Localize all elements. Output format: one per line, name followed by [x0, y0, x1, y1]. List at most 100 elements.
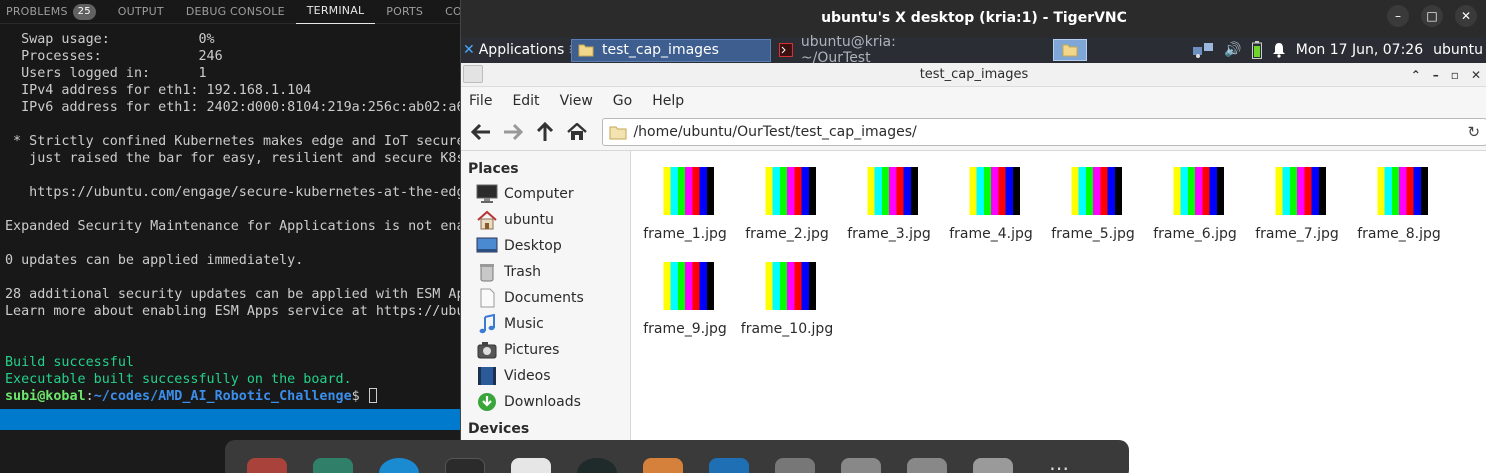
fm-close-button[interactable]: ✕	[1471, 63, 1481, 87]
taskbar-item-terminal[interactable]: ubuntu@kria: ~/OurTest	[773, 34, 969, 66]
file-manager-titlebar[interactable]: test_cap_images ⌃ – ▫ ✕	[461, 63, 1486, 87]
file-name: frame_2.jpg	[745, 226, 829, 242]
location-bar[interactable]: /home/ubuntu/OurTest/test_cap_images/ ↻	[602, 118, 1486, 146]
home-button[interactable]	[565, 120, 589, 144]
tab-debug-console[interactable]: DEBUG CONSOLE	[175, 0, 296, 24]
app-icon[interactable]	[907, 458, 947, 473]
file-manager-toolbar: /home/ubuntu/OurTest/test_cap_images/ ↻	[461, 114, 1486, 151]
file-name: frame_10.jpg	[740, 321, 834, 337]
file-item[interactable]: frame_4.jpg	[943, 167, 1039, 242]
menu-edit[interactable]: Edit	[512, 93, 539, 109]
sidebar-item-trash[interactable]: Trash	[468, 259, 630, 285]
sidebar-item-pictures[interactable]: Pictures	[468, 337, 630, 363]
tab-ports[interactable]: PORTS	[375, 0, 434, 24]
sidebar-item-desktop[interactable]: Desktop	[468, 233, 630, 259]
file-item[interactable]: frame_3.jpg	[841, 167, 937, 242]
sidebar-item-label: Downloads	[504, 394, 581, 410]
up-button[interactable]	[533, 120, 557, 144]
sidebar-item-label: Documents	[504, 290, 584, 306]
close-button[interactable]: ✕	[1455, 5, 1477, 27]
text-editor-icon[interactable]	[511, 458, 551, 473]
minimize-button[interactable]: –	[1387, 5, 1409, 27]
folder-icon	[578, 44, 594, 57]
sidebar-item-downloads[interactable]: Downloads	[468, 389, 630, 415]
sidebar-item-ubuntu[interactable]: ubuntu	[468, 207, 630, 233]
music-icon	[476, 314, 498, 334]
app-icon[interactable]	[841, 458, 881, 473]
file-item[interactable]: frame_6.jpg	[1147, 167, 1243, 242]
file-name: frame_1.jpg	[643, 226, 727, 242]
printer-app-icon[interactable]	[973, 458, 1013, 473]
clock[interactable]: Mon 17 Jun, 07:26	[1296, 42, 1423, 58]
xfce-logo-icon: ✕	[463, 42, 475, 58]
maximize-button[interactable]: □	[1421, 5, 1443, 27]
sidebar-item-music[interactable]: Music	[468, 311, 630, 337]
image-thumbnail	[860, 167, 918, 215]
battery-icon[interactable]	[1251, 41, 1262, 59]
terminal-app-icon[interactable]	[445, 458, 485, 473]
menu-go[interactable]: Go	[613, 93, 632, 109]
file-item[interactable]: frame_1.jpg	[637, 167, 733, 242]
videos-icon	[476, 366, 498, 386]
file-item[interactable]: frame_7.jpg	[1249, 167, 1345, 242]
app-icon[interactable]	[643, 458, 683, 473]
terminal-prompt[interactable]: subi@kobal:~/codes/AMD_AI_Robotic_Challe…	[5, 388, 460, 405]
sidebar-item-documents[interactable]: Documents	[468, 285, 630, 311]
edge-browser-icon[interactable]	[379, 458, 419, 473]
taskbar-item-label: ubuntu@kria: ~/OurTest	[800, 34, 896, 66]
show-apps-icon[interactable]: ⋯	[1039, 458, 1079, 473]
vnc-titlebar[interactable]: ubuntu's X desktop (kria:1) - TigerVNC –…	[461, 0, 1486, 37]
vscode-app-icon[interactable]	[709, 458, 749, 473]
sidebar-item-computer[interactable]: Computer	[468, 181, 630, 207]
applications-menu[interactable]: ✕ Applications ⠿	[461, 42, 576, 58]
arrow-left-icon	[470, 123, 490, 141]
user-menu[interactable]: ubuntu	[1433, 42, 1483, 58]
notification-bell-icon[interactable]	[1272, 42, 1286, 58]
tigervnc-window: ubuntu's X desktop (kria:1) - TigerVNC –…	[460, 0, 1486, 473]
applications-label: Applications	[478, 42, 565, 58]
menu-view[interactable]: View	[560, 93, 593, 109]
files-app-icon[interactable]	[247, 458, 287, 473]
reload-icon[interactable]: ↻	[1467, 123, 1480, 141]
network-manager-icon[interactable]	[1192, 41, 1214, 59]
back-button[interactable]	[469, 120, 493, 144]
workspace-pager[interactable]	[1053, 39, 1087, 61]
forward-button[interactable]	[501, 120, 525, 144]
fm-maximize-button[interactable]: ▫	[1451, 63, 1459, 87]
fm-minimize-button[interactable]: –	[1433, 63, 1439, 87]
sidebar-item-videos[interactable]: Videos	[468, 363, 630, 389]
terminal-line: IPv4 address for eth1: 192.168.1.104	[5, 83, 312, 98]
app-icon[interactable]	[775, 458, 815, 473]
file-item[interactable]: frame_5.jpg	[1045, 167, 1141, 242]
taskbar-item-file-manager[interactable]: test_cap_images	[571, 38, 771, 62]
file-icon-view[interactable]: frame_1.jpg frame_2.jpg frame_3.jpg frame_4…	[632, 151, 1486, 473]
menu-file[interactable]: File	[469, 93, 492, 109]
vnc-window-title: ubuntu's X desktop (kria:1) - TigerVNC	[821, 10, 1127, 26]
terminal-line: 28 additional security updates can be ap…	[5, 287, 460, 302]
shade-window-button[interactable]: ⌃	[1411, 63, 1421, 87]
file-item[interactable]: frame_9.jpg	[637, 262, 733, 337]
volume-icon[interactable]: 🔊	[1224, 42, 1241, 58]
terminal-line: just raised the bar for easy, resilient …	[5, 151, 460, 166]
terminal-line: Processes: 246	[5, 49, 223, 64]
tab-output[interactable]: OUTPUT	[107, 0, 175, 24]
tab-problems[interactable]: PROBLEMS 25	[6, 0, 107, 24]
host-dock: ⋯	[225, 440, 1129, 473]
places-sidebar: Places Computer ubuntu Desktop Trash Documen…	[461, 151, 631, 473]
file-item[interactable]: frame_10.jpg	[739, 262, 835, 337]
sidebar-item-label: Music	[504, 316, 544, 332]
terminal-line: IPv6 address for eth1: 2402:d000:8104:21…	[5, 100, 460, 115]
build-detail-line: Executable built successfully on the boa…	[5, 372, 352, 387]
chatgpt-app-icon[interactable]	[313, 458, 353, 473]
app-icon[interactable]	[577, 458, 617, 473]
file-item[interactable]: frame_2.jpg	[739, 167, 835, 242]
devices-heading: Devices	[468, 421, 530, 437]
file-item[interactable]: frame_8.jpg	[1351, 167, 1447, 242]
window-menu-icon[interactable]	[463, 65, 483, 83]
menu-help[interactable]: Help	[652, 93, 684, 109]
sidebar-item-label: Pictures	[504, 342, 560, 358]
terminal-output[interactable]: Swap usage: 0% Processes: 246 Users logg…	[0, 24, 460, 409]
tab-terminal[interactable]: TERMINAL	[295, 0, 376, 24]
